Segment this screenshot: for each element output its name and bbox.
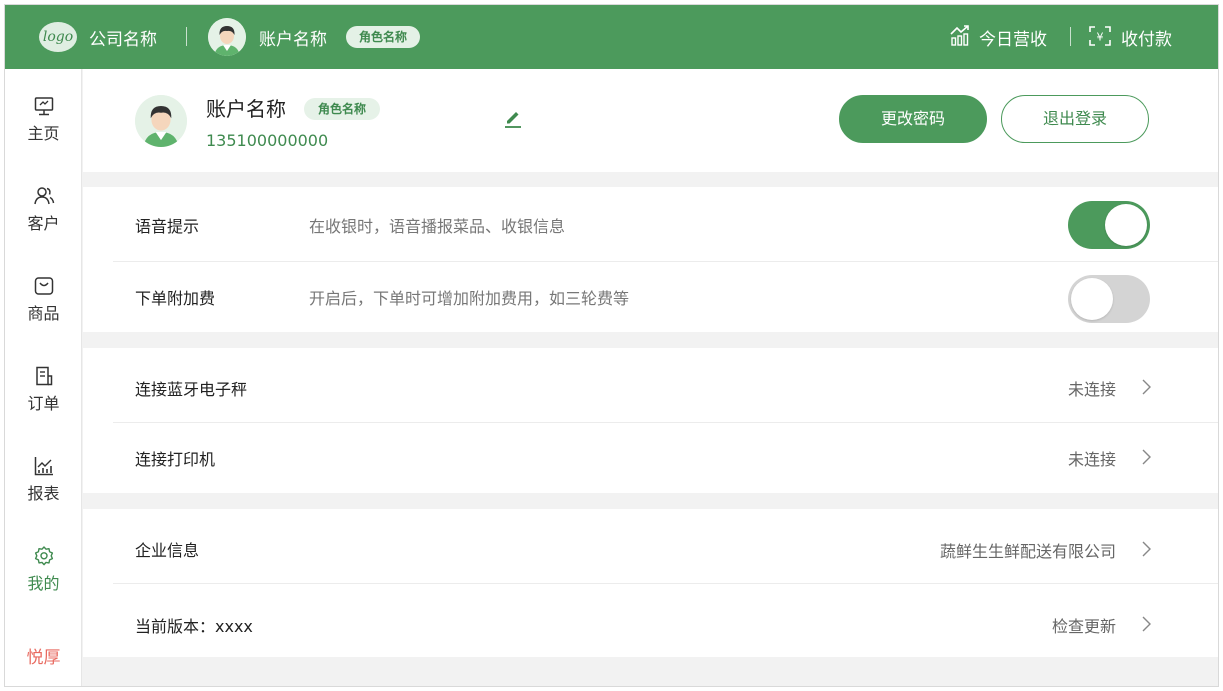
chevron-right-icon[interactable] [1139,448,1153,466]
profile-name: 账户名称 [206,97,286,121]
profile-avatar[interactable] [135,95,187,147]
company-info-row[interactable]: 企业信息 蔬鲜生生鲜配送有限公司 [83,509,1218,584]
user-avatar-icon [208,18,246,56]
app-window: logo 公司名称 账户名称 角色名称 今日营收 ¥ 收付款 主页 客户 商品 … [4,4,1219,687]
bluetooth-scale-label: 连接蓝牙电子秤 [135,380,248,399]
printer-label: 连接打印机 [135,450,216,469]
company-info-label: 企业信息 [135,541,200,560]
sidebar-item-label: 订单 [27,394,60,413]
sidebar-item-mine[interactable]: 我的 [5,545,82,594]
scan-pay-icon[interactable]: ¥ [1088,25,1112,47]
gear-icon [34,546,53,566]
header-account-name: 账户名称 [259,30,327,50]
header-role-badge: 角色名称 [346,26,421,48]
chart-icon [34,457,53,476]
user-avatar-icon [135,95,187,147]
bluetooth-scale-row[interactable]: 连接蓝牙电子秤 未连接 [83,348,1218,423]
header-avatar[interactable] [208,18,246,56]
profile-phone: 135100000000 [206,131,329,150]
header-divider [186,27,187,46]
logout-button[interactable]: 退出登录 [1001,95,1149,143]
check-update-link[interactable]: 检查更新 [1052,613,1116,637]
monitor-icon [34,97,53,116]
toggle-knob [1105,204,1147,246]
company-name: 公司名称 [89,30,157,50]
edit-icon[interactable] [502,107,524,129]
company-info-value: 蔬鲜生生鲜配送有限公司 [939,542,1116,561]
voice-prompt-row: 语音提示 在收银时，语音播报菜品、收银信息 [83,187,1218,262]
surcharge-toggle[interactable] [1068,275,1150,323]
receipt-icon [35,366,52,386]
surcharge-desc: 开启后，下单时可增加附加费用，如三轮费等 [309,289,630,308]
sidebar-item-label: 我的 [27,574,60,593]
bluetooth-scale-status: 未连接 [1067,380,1116,399]
voice-prompt-label: 语音提示 [135,217,200,236]
version-label: 当前版本：xxxx [135,617,253,636]
sidebar-item-label: 报表 [27,484,60,503]
svg-text:¥: ¥ [1097,31,1104,44]
brand-name: 悦厚 [26,648,61,668]
sidebar-item-products[interactable]: 商品 [5,275,82,324]
sidebar-item-reports[interactable]: 报表 [5,455,82,504]
printer-status: 未连接 [1067,450,1116,469]
chevron-right-icon[interactable] [1139,615,1153,633]
company-logo: logo [39,22,77,52]
chevron-right-icon[interactable] [1139,378,1153,396]
profile-role-badge: 角色名称 [304,98,381,120]
sidebar-item-label: 客户 [27,214,60,233]
sidebar-item-customers[interactable]: 客户 [5,185,82,234]
bag-icon [34,277,53,295]
sidebar-item-label: 主页 [27,124,60,143]
change-password-button[interactable]: 更改密码 [839,95,987,143]
today-revenue-link[interactable]: 今日营收 [979,25,1047,50]
surcharge-row: 下单附加费 开启后，下单时可增加附加费用，如三轮费等 [83,262,1218,332]
printer-row[interactable]: 连接打印机 未连接 [83,423,1218,493]
revenue-icon[interactable] [949,24,971,46]
toggle-knob [1071,278,1113,320]
header-divider [1070,27,1071,46]
customers-icon [33,187,54,205]
sidebar: 主页 客户 商品 订单 报表 我的 悦厚 [5,69,82,686]
voice-prompt-toggle[interactable] [1068,201,1150,249]
surcharge-label: 下单附加费 [135,289,216,308]
chevron-right-icon[interactable] [1139,540,1153,558]
sidebar-item-label: 商品 [27,304,60,323]
profile-card: 账户名称 角色名称 135100000000 更改密码 退出登录 [83,69,1218,172]
sidebar-item-orders[interactable]: 订单 [5,365,82,414]
top-bar: logo 公司名称 账户名称 角色名称 今日营收 ¥ 收付款 [5,5,1218,69]
version-row[interactable]: 当前版本：xxxx 检查更新 [83,584,1218,657]
sidebar-item-home[interactable]: 主页 [5,95,82,144]
payment-link[interactable]: 收付款 [1121,25,1172,50]
voice-prompt-desc: 在收银时，语音播报菜品、收银信息 [309,217,566,236]
